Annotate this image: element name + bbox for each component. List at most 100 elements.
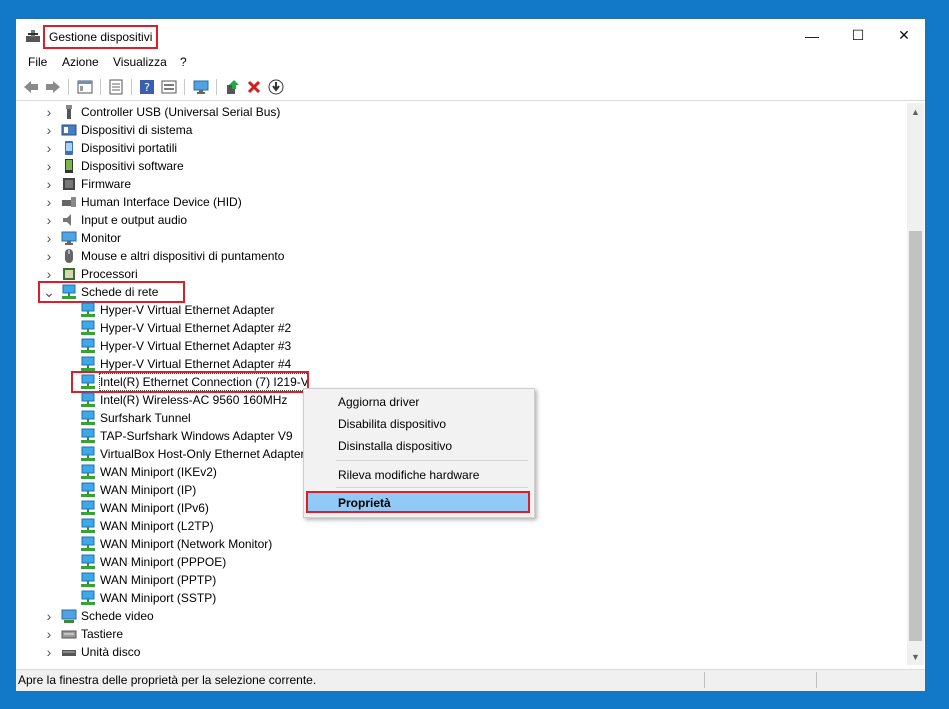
ctx-properties[interactable]: Proprietà [306, 491, 530, 513]
scroll-up-icon[interactable]: ▲ [907, 103, 924, 120]
maximize-button[interactable]: ☐ [835, 19, 881, 52]
tree-item-label: Firmware [81, 177, 131, 191]
tree-item-label: Unità disco [81, 645, 141, 659]
network-adapter-item[interactable]: Hyper-V Virtual Ethernet Adapter #3 [16, 337, 896, 355]
network-icon [80, 554, 96, 570]
vertical-scrollbar[interactable]: ▲ ▼ [907, 103, 924, 665]
toolbar-separator [100, 79, 101, 95]
tree-category[interactable]: › Dispositivi di sistema [16, 121, 896, 139]
tree-category[interactable]: › Dispositivi portatili [16, 139, 896, 157]
status-text: Apre la finestra delle proprietà per la … [18, 673, 317, 687]
device-tree: › Controller USB (Universal Serial Bus) › D… [16, 103, 906, 665]
menu-azione[interactable]: Azione [62, 55, 99, 69]
remove-icon[interactable] [245, 78, 263, 96]
network-icon [80, 446, 96, 462]
help-icon[interactable]: ? [138, 78, 156, 96]
monitor-icon[interactable] [192, 78, 210, 96]
chevron-right-icon[interactable]: › [43, 175, 55, 193]
ctx-separator [336, 487, 528, 488]
toolbar-separator [184, 79, 185, 95]
network-adapter-item[interactable]: Hyper-V Virtual Ethernet Adapter [16, 301, 896, 319]
minimize-button[interactable]: — [789, 19, 835, 52]
network-adapter-item[interactable]: Hyper-V Virtual Ethernet Adapter #2 [16, 319, 896, 337]
network-icon [80, 356, 96, 372]
software-icon [61, 158, 77, 174]
tree-category[interactable]: › Monitor [16, 229, 896, 247]
ctx-properties-label: Proprietà [338, 496, 391, 510]
view-icon[interactable] [160, 78, 178, 96]
scrollbar-thumb[interactable] [909, 231, 922, 641]
tree-item-label: WAN Miniport (SSTP) [100, 591, 217, 605]
svg-text:?: ? [144, 81, 150, 94]
scroll-down-icon[interactable]: ▼ [907, 648, 924, 665]
chevron-right-icon[interactable]: › [43, 247, 55, 265]
tree-item-label: WAN Miniport (Network Monitor) [100, 537, 273, 551]
chevron-right-icon[interactable]: › [43, 607, 55, 625]
tree-item-label: Dispositivi di sistema [81, 123, 193, 137]
status-separator [816, 672, 817, 688]
ctx-scan-hardware[interactable]: Rileva modifiche hardware [338, 468, 479, 482]
tree-item-label: WAN Miniport (IPv6) [100, 501, 209, 515]
chevron-right-icon[interactable]: › [43, 103, 55, 121]
keyboard-icon [61, 626, 77, 642]
tree-category[interactable]: › Controller USB (Universal Serial Bus) [16, 103, 896, 121]
tree-category[interactable]: › Input e output audio [16, 211, 896, 229]
firmware-icon [61, 176, 77, 192]
tree-category[interactable]: › Tastiere [16, 625, 896, 643]
network-adapter-item[interactable]: WAN Miniport (Network Monitor) [16, 535, 896, 553]
monitor-icon [61, 230, 77, 246]
back-icon[interactable] [22, 78, 40, 96]
status-bar: Apre la finestra delle proprietà per la … [16, 669, 925, 691]
portable-icon [61, 140, 77, 156]
tree-category[interactable]: › Mouse e altri dispositivi di puntamento [16, 247, 896, 265]
network-adapter-item[interactable]: WAN Miniport (PPTP) [16, 571, 896, 589]
chevron-right-icon[interactable]: › [43, 193, 55, 211]
network-adapter-item[interactable]: WAN Miniport (L2TP) [16, 517, 896, 535]
toolbar: ? [16, 74, 925, 101]
network-icon [80, 572, 96, 588]
tree-item-label: Tastiere [81, 627, 124, 641]
tree-item-label: Dispositivi portatili [81, 141, 178, 155]
menu-file[interactable]: File [28, 55, 47, 69]
forward-icon[interactable] [44, 78, 62, 96]
tree-item-label: Intel(R) Wireless-AC 9560 160MHz [100, 393, 288, 407]
tree-item-label: Hyper-V Virtual Ethernet Adapter [100, 303, 275, 317]
network-icon [80, 500, 96, 516]
ctx-update-driver[interactable]: Aggiorna driver [338, 395, 419, 409]
ctx-separator [336, 460, 528, 461]
ctx-uninstall-device[interactable]: Disinstalla dispositivo [338, 439, 452, 453]
chevron-right-icon[interactable]: › [43, 157, 55, 175]
chevron-right-icon[interactable]: › [43, 229, 55, 247]
chevron-right-icon[interactable]: › [43, 211, 55, 229]
menu-visualizza[interactable]: Visualizza [113, 55, 167, 69]
download-icon[interactable] [267, 78, 285, 96]
context-menu: Aggiorna driver Disabilita dispositivo D… [303, 388, 535, 518]
tree-category[interactable]: › Unità disco [16, 643, 896, 661]
network-adapter-item[interactable]: WAN Miniport (PPPOE) [16, 553, 896, 571]
chevron-right-icon[interactable]: › [43, 643, 55, 661]
device-manager-window: Gestione dispositivi — ☐ ✕ File Azione V… [15, 18, 927, 691]
close-button[interactable]: ✕ [881, 19, 927, 52]
network-icon [80, 464, 96, 480]
system-icon [61, 122, 77, 138]
tree-category[interactable]: › Human Interface Device (HID) [16, 193, 896, 211]
tree-category[interactable]: › Schede video [16, 607, 896, 625]
processor-icon [61, 266, 77, 282]
status-separator [704, 672, 705, 688]
network-adapter-item[interactable]: WAN Miniport (SSTP) [16, 589, 896, 607]
tree-item-label: Hyper-V Virtual Ethernet Adapter #2 [100, 321, 292, 335]
network-icon [80, 320, 96, 336]
tree-item-label: Controller USB (Universal Serial Bus) [81, 105, 281, 119]
tree-category[interactable]: › Dispositivi software [16, 157, 896, 175]
tree-category[interactable]: › Firmware [16, 175, 896, 193]
properties-icon[interactable] [76, 78, 94, 96]
tree-item-label: Schede video [81, 609, 154, 623]
update-driver-icon[interactable] [223, 78, 241, 96]
list-icon[interactable] [107, 78, 125, 96]
menu-help[interactable]: ? [180, 55, 187, 69]
tree-item-label: Monitor [81, 231, 122, 245]
chevron-right-icon[interactable]: › [43, 625, 55, 643]
ctx-disable-device[interactable]: Disabilita dispositivo [338, 417, 446, 431]
chevron-right-icon[interactable]: › [43, 139, 55, 157]
chevron-right-icon[interactable]: › [43, 121, 55, 139]
